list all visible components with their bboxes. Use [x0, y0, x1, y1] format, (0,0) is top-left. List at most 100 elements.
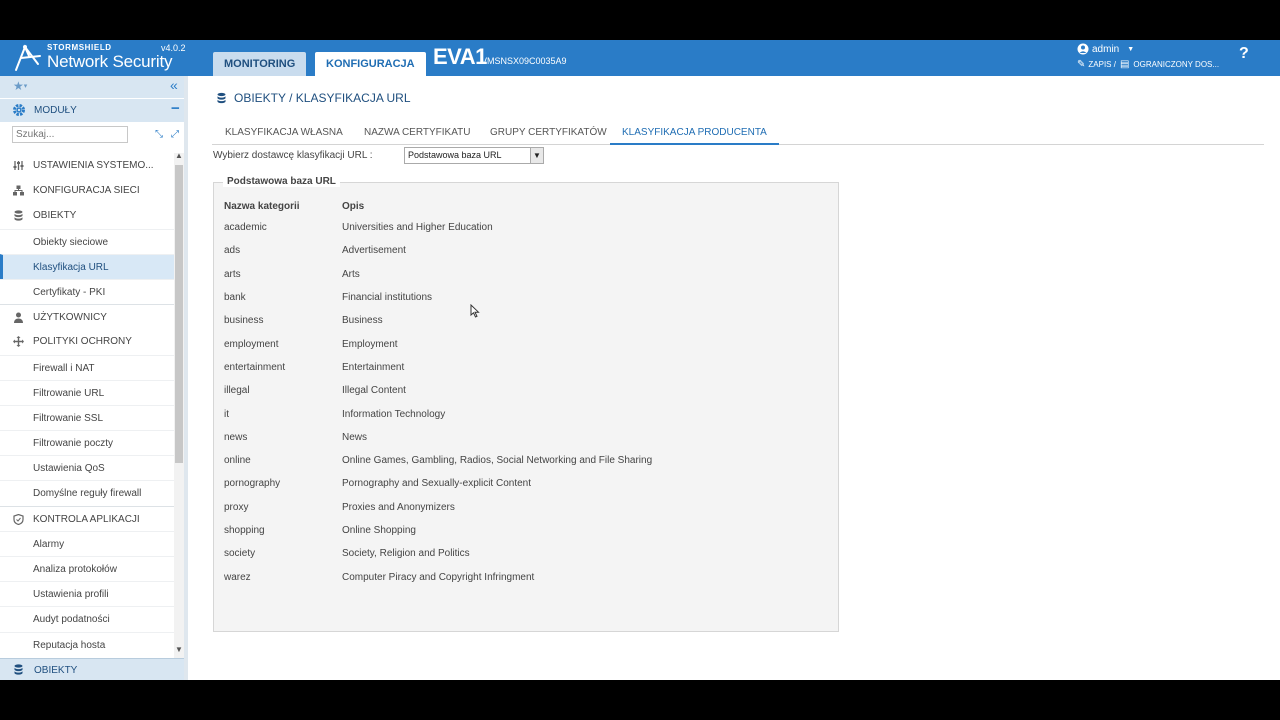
table-row[interactable]: business Business: [224, 309, 824, 332]
nav-qos-settings[interactable]: Ustawienia QoS: [0, 455, 174, 480]
nav-network-objects[interactable]: Obiekty sieciowe: [0, 228, 174, 254]
collapse-all-icon[interactable]: ⤢: [171, 129, 179, 140]
table-row[interactable]: employment Employment: [224, 332, 824, 355]
nav-url-filtering[interactable]: Filtrowanie URL: [0, 379, 174, 405]
category-name-cell: arts: [224, 268, 241, 280]
collapse-sidebar-icon[interactable]: «: [170, 77, 178, 93]
mouse-cursor-icon: [470, 304, 480, 318]
user-circle-icon: [1077, 43, 1089, 55]
firewall-serial: VMSNSX09C0035A9: [481, 56, 567, 66]
top-header: STORMSHIELD Network Security v4.0.2 MONI…: [0, 40, 1280, 76]
tab-konfiguracja[interactable]: KONFIGURACJA: [315, 52, 426, 76]
category-name-cell: it: [224, 408, 229, 420]
nav-objects[interactable]: OBIEKTY: [0, 203, 174, 228]
category-description-cell: Online Shopping: [342, 525, 416, 536]
nav-application-control[interactable]: KONTROLA APLIKACJI: [0, 505, 174, 531]
application-window: STORMSHIELD Network Security v4.0.2 MONI…: [0, 40, 1280, 680]
nav-mail-filtering[interactable]: Filtrowanie poczty: [0, 430, 174, 455]
page-title: OBIEKTY / KLASYFIKACJA URL: [234, 91, 411, 105]
modules-header[interactable]: MODUŁY −: [0, 98, 184, 122]
category-name-cell: academic: [224, 222, 267, 234]
scrollbar-thumb[interactable]: [175, 165, 183, 463]
breadcrumb: OBIEKTY / KLASYFIKACJA URL: [216, 91, 411, 105]
nav-users[interactable]: UŻYTKOWNICY: [0, 304, 174, 329]
table-row[interactable]: academic Universities and Higher Educatio…: [224, 216, 824, 239]
category-name-cell: pornography: [224, 478, 281, 490]
nav-url-classification[interactable]: Klasyfikacja URL: [0, 253, 174, 279]
network-icon: [13, 185, 24, 196]
nav-protocol-analysis[interactable]: Analiza protokołów: [0, 556, 174, 581]
provider-label: Wybierz dostawcę klasyfikacji URL :: [213, 150, 373, 161]
tab-monitoring[interactable]: MONITORING: [213, 52, 307, 76]
chevron-up-icon[interactable]: ▲: [175, 151, 183, 160]
tab-own-classification[interactable]: KLASYFIKACJA WŁASNA: [213, 124, 355, 145]
help-button[interactable]: ?: [1239, 45, 1249, 63]
tab-vendor-classification[interactable]: KLASYFIKACJA PRODUCENTA: [610, 124, 779, 145]
module-search-input[interactable]: [12, 126, 128, 143]
nav-security-policy[interactable]: POLITYKI OCHRONY: [0, 329, 174, 354]
access-rights[interactable]: ✎ ZAPIS / ▤ OGRANICZONY DOS...: [1077, 59, 1219, 70]
category-name-cell: online: [224, 455, 251, 467]
tab-certificate-groups[interactable]: GRUPY CERTYFIKATÓW: [478, 124, 619, 145]
column-header-description[interactable]: Opis: [342, 197, 824, 216]
chevron-down-icon[interactable]: ▼: [530, 148, 543, 163]
nav-label: POLITYKI OCHRONY: [33, 336, 132, 348]
nav-ssl-filtering[interactable]: Filtrowanie SSL: [0, 404, 174, 430]
sidebar-scrollbar[interactable]: ▲ ▼: [174, 151, 184, 658]
category-name-cell: bank: [224, 292, 246, 304]
brand-name: STORMSHIELD: [47, 43, 112, 52]
table-row[interactable]: news News: [224, 426, 824, 449]
url-database-fieldset: Podstawowa baza URL Nazwa kategorii Opis…: [213, 176, 839, 632]
table-row[interactable]: proxy Proxies and Anonymizers: [224, 496, 824, 519]
version-label: v4.0.2: [161, 43, 186, 53]
table-row[interactable]: entertainment Entertainment: [224, 356, 824, 379]
stormshield-logo[interactable]: STORMSHIELD Network Security v4.0.2: [10, 41, 188, 75]
nav-alarms[interactable]: Alarmy: [0, 530, 174, 556]
category-description-cell: Entertainment: [342, 361, 405, 373]
star-icon[interactable]: ★▾: [13, 79, 27, 93]
category-description-cell: Universities and Higher Education: [342, 222, 493, 234]
nav-certificates-pki[interactable]: Certyfikaty - PKI: [0, 278, 174, 304]
nav-firewall-nat[interactable]: Firewall i NAT: [0, 354, 174, 380]
nav-label: KONFIGURACJA SIECI: [33, 185, 140, 197]
category-description-cell: Computer Piracy and Copyright Infringmen…: [342, 571, 535, 583]
table-row[interactable]: it Information Technology: [224, 402, 824, 425]
table-row[interactable]: shopping Online Shopping: [224, 519, 824, 542]
nav-vulnerability-audit[interactable]: Audyt podatności: [0, 606, 174, 631]
nav-network-config[interactable]: KONFIGURACJA SIECI: [0, 178, 174, 203]
nav-profile-settings[interactable]: Ustawienia profili: [0, 581, 174, 606]
table-row[interactable]: ads Advertisement: [224, 239, 824, 262]
nav-label: USTAWIENIA SYSTEMO...: [33, 160, 154, 171]
category-description-cell: Arts: [342, 268, 360, 280]
sliders-icon: [13, 161, 24, 170]
table-row[interactable]: pornography Pornography and Sexually-expl…: [224, 472, 824, 495]
column-header-category[interactable]: Nazwa kategorii: [224, 197, 342, 216]
table-row[interactable]: warez Computer Piracy and Copyright Infri…: [224, 565, 824, 588]
category-name-cell: shopping: [224, 525, 265, 536]
table-body: academic Universities and Higher Educatio…: [224, 216, 824, 589]
table-row[interactable]: society Society, Religion and Politics: [224, 542, 824, 565]
user-menu[interactable]: admin ▼: [1077, 43, 1134, 55]
table-row[interactable]: illegal Illegal Content: [224, 379, 824, 402]
table-row[interactable]: online Online Games, Gambling, Radios, So…: [224, 449, 824, 472]
edit-icon: ✎: [1077, 59, 1086, 70]
provider-select[interactable]: Podstawowa baza URL ▼: [404, 147, 544, 164]
modules-label: MODUŁY: [34, 105, 77, 116]
shield-icon: [13, 513, 24, 525]
table-row[interactable]: bank Financial institutions: [224, 286, 824, 309]
expand-all-icon[interactable]: ⤡: [155, 129, 163, 140]
nav-host-reputation[interactable]: Reputacja hosta: [0, 631, 174, 657]
database-icon: [14, 664, 23, 675]
minus-icon[interactable]: −: [171, 100, 180, 117]
tab-certificate-name[interactable]: NAZWA CERTYFIKATU: [352, 124, 483, 145]
category-description-cell: Society, Religion and Politics: [342, 548, 470, 560]
nav-system-settings[interactable]: USTAWIENIA SYSTEMO...: [0, 153, 174, 178]
nav-default-firewall-rules[interactable]: Domyślne reguły firewall: [0, 480, 174, 505]
sub-tabs: KLASYFIKACJA WŁASNA NAZWA CERTYFIKATU GR…: [212, 124, 1264, 145]
table-row[interactable]: arts Arts: [224, 263, 824, 286]
chevron-down-icon[interactable]: ▼: [175, 645, 183, 654]
category-description-cell: Information Technology: [342, 408, 446, 420]
objects-bottom-bar[interactable]: OBIEKTY: [0, 658, 184, 680]
category-name-cell: illegal: [224, 385, 250, 397]
gear-icon: [13, 104, 25, 116]
